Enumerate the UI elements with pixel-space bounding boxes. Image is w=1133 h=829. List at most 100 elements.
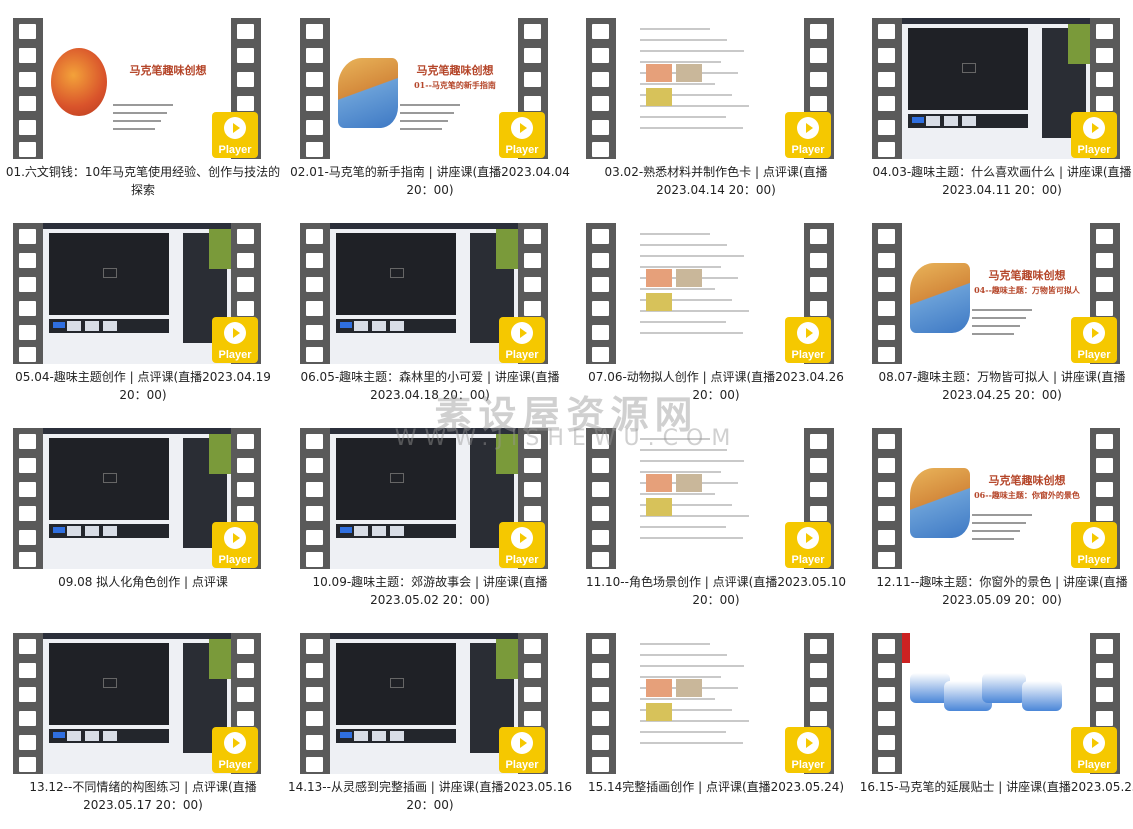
chat-image [646, 498, 672, 516]
filmstrip-perforation [300, 18, 330, 159]
video-thumbnail[interactable]: 马克笔趣味创想 06--趣味主题：你窗外的景色 Player [872, 428, 1120, 569]
play-button[interactable]: Player [499, 112, 545, 158]
video-thumbnail[interactable]: Player [872, 633, 1120, 774]
video-tile[interactable]: 马克笔趣味创想 04--趣味主题：万物皆可拟人 Player 08.07-趣味主题：万… [859, 205, 1133, 410]
play-button[interactable]: Player [785, 317, 831, 363]
perforation-hole [878, 735, 895, 750]
play-button[interactable]: Player [499, 522, 545, 568]
video-title[interactable]: 02.01-马克笔的新手指南 | 讲座课(直播2023.04.04 20：00) [287, 163, 573, 199]
video-tile[interactable]: 马克笔趣味创想 06--趣味主题：你窗外的景色 Player 12.11--趣味主题：… [859, 410, 1133, 615]
play-button[interactable]: Player [785, 522, 831, 568]
video-title[interactable]: 15.14完整插画创作 | 点评课(直播2023.05.24) [573, 778, 859, 796]
play-button[interactable]: Player [212, 112, 258, 158]
video-thumbnail[interactable]: Player [586, 223, 834, 364]
strip-thumbnail [67, 321, 81, 331]
perforation-hole [878, 72, 895, 87]
video-tile[interactable]: Player 11.10--角色场景创作 | 点评课(直播2023.05.10 2… [573, 410, 859, 615]
play-triangle-icon [233, 533, 240, 543]
video-title[interactable]: 16.15-马克笔的延展贴士 | 讲座课(直播2023.05.23) [859, 778, 1133, 796]
thumbnail-frame [616, 18, 804, 159]
video-title[interactable]: 12.11--趣味主题：你窗外的景色 | 讲座课(直播2023.05.09 20… [859, 573, 1133, 609]
perforation-hole [810, 506, 827, 521]
perforation-hole [237, 301, 254, 316]
play-button[interactable]: Player [1071, 727, 1117, 773]
play-button[interactable]: Player [1071, 522, 1117, 568]
video-thumbnail[interactable]: Player [13, 428, 261, 569]
video-tile[interactable]: Player 15.14完整插画创作 | 点评课(直播2023.05.24) [573, 615, 859, 820]
video-thumbnail[interactable]: Player [13, 223, 261, 364]
thumbnail-frame: 马克笔趣味创想 06--趣味主题：你窗外的景色 [902, 428, 1090, 569]
video-title[interactable]: 03.02-熟悉材料并制作色卡 | 点评课(直播2023.04.14 20：00… [573, 163, 859, 199]
play-button[interactable]: Player [499, 727, 545, 773]
video-thumbnail[interactable]: 马克笔趣味创想 04--趣味主题：万物皆可拟人 Player [872, 223, 1120, 364]
perforation-hole [810, 458, 827, 473]
video-tile[interactable]: Player 03.02-熟悉材料并制作色卡 | 点评课(直播2023.04.14… [573, 0, 859, 205]
video-title[interactable]: 01.六文铜钱：10年马克笔使用经验、创作与技法的探索 [0, 163, 286, 199]
video-tile[interactable]: Player 05.04-趣味主题创作 | 点评课(直播2023.04.19 20… [0, 205, 286, 410]
strip-thumbnail [103, 526, 117, 536]
play-button[interactable]: Player [499, 317, 545, 363]
video-thumbnail[interactable]: Player [300, 223, 548, 364]
play-button[interactable]: Player [212, 522, 258, 568]
video-thumbnail[interactable]: 马克笔趣味创想 Player [13, 18, 261, 159]
play-icon [511, 732, 533, 754]
slide-strip [908, 114, 1028, 128]
share-button [340, 732, 352, 738]
perforation-hole [1096, 482, 1113, 497]
dragon-illustration [51, 48, 107, 116]
strip-thumbnail [85, 321, 99, 331]
video-thumbnail[interactable]: Player [300, 633, 548, 774]
video-thumbnail[interactable]: Player [586, 428, 834, 569]
video-title[interactable]: 05.04-趣味主题创作 | 点评课(直播2023.04.19 20：00) [0, 368, 286, 404]
video-thumbnail[interactable]: Player [300, 428, 548, 569]
video-tile[interactable]: Player 09.08 拟人化角色创作 | 点评课 [0, 410, 286, 615]
video-thumbnail[interactable]: Player [586, 633, 834, 774]
play-button[interactable]: Player [212, 727, 258, 773]
video-title[interactable]: 13.12--不同情绪的构图练习 | 点评课(直播2023.05.17 20：0… [0, 778, 286, 814]
video-tile[interactable]: Player 14.13--从灵感到完整插画 | 讲座课(直播2023.05.16… [287, 615, 573, 820]
video-tile[interactable]: Player 10.09-趣味主题：郊游故事会 | 讲座课(直播2023.05.0… [287, 410, 573, 615]
video-thumbnail[interactable]: Player [586, 18, 834, 159]
video-tile[interactable]: Player 06.05-趣味主题：森林里的小可爱 | 讲座课(直播2023.04… [287, 205, 573, 410]
chat-image [646, 64, 672, 82]
perforation-hole [524, 48, 541, 63]
video-title[interactable]: 06.05-趣味主题：森林里的小可爱 | 讲座课(直播2023.04.18 20… [287, 368, 573, 404]
perforation-hole [306, 663, 323, 678]
perforation-hole [878, 24, 895, 39]
landscape-illustration [910, 263, 970, 333]
video-title[interactable]: 14.13--从灵感到完整插画 | 讲座课(直播2023.05.16 20：00… [287, 778, 573, 814]
video-thumbnail[interactable]: Player [13, 633, 261, 774]
filmstrip-perforation [586, 223, 616, 364]
video-title[interactable]: 04.03-趣味主题：什么喜欢画什么 | 讲座课(直播2023.04.11 20… [859, 163, 1133, 199]
filmstrip-perforation [13, 18, 43, 159]
perforation-hole [810, 639, 827, 654]
video-title[interactable]: 07.06-动物拟人创作 | 点评课(直播2023.04.26 20：00) [573, 368, 859, 404]
video-title[interactable]: 11.10--角色场景创作 | 点评课(直播2023.05.10 20：00) [573, 573, 859, 609]
chat-text-line [640, 731, 726, 733]
play-button[interactable]: Player [785, 727, 831, 773]
play-button[interactable]: Player [785, 112, 831, 158]
video-title[interactable]: 08.07-趣味主题：万物皆可拟人 | 讲座课(直播2023.04.25 20：… [859, 368, 1133, 404]
video-tile[interactable]: Player 07.06-动物拟人创作 | 点评课(直播2023.04.26 20… [573, 205, 859, 410]
video-tile[interactable]: Player 16.15-马克笔的延展贴士 | 讲座课(直播2023.05.23) [859, 615, 1133, 820]
video-tile[interactable]: Player 13.12--不同情绪的构图练习 | 点评课(直播2023.05.1… [0, 615, 286, 820]
video-tile[interactable]: 马克笔趣味创想 Player 01.六文铜钱：10年马克笔使用经验、创作与技法的探索 [0, 0, 286, 205]
video-thumbnail[interactable]: 马克笔趣味创想 01--马克笔的新手指南 Player [300, 18, 548, 159]
video-tile[interactable]: Player 04.03-趣味主题：什么喜欢画什么 | 讲座课(直播2023.04… [859, 0, 1133, 205]
video-title[interactable]: 10.09-趣味主题：郊游故事会 | 讲座课(直播2023.05.02 20：0… [287, 573, 573, 609]
video-thumbnail[interactable]: Player [872, 18, 1120, 159]
video-tile[interactable]: 马克笔趣味创想 01--马克笔的新手指南 Player 02.01-马克笔的新手指南 … [287, 0, 573, 205]
play-button[interactable]: Player [1071, 317, 1117, 363]
chat-image [646, 269, 672, 287]
play-button[interactable]: Player [1071, 112, 1117, 158]
perforation-hole [878, 253, 895, 268]
perforation-hole [878, 277, 895, 292]
play-button[interactable]: Player [212, 317, 258, 363]
perforation-hole [19, 757, 36, 772]
artwork-thumbnail [496, 229, 518, 269]
filmstrip-perforation [13, 428, 43, 569]
perforation-hole [237, 663, 254, 678]
perforation-hole [592, 347, 609, 362]
artwork-thumbnail [209, 639, 231, 679]
video-title[interactable]: 09.08 拟人化角色创作 | 点评课 [0, 573, 286, 591]
